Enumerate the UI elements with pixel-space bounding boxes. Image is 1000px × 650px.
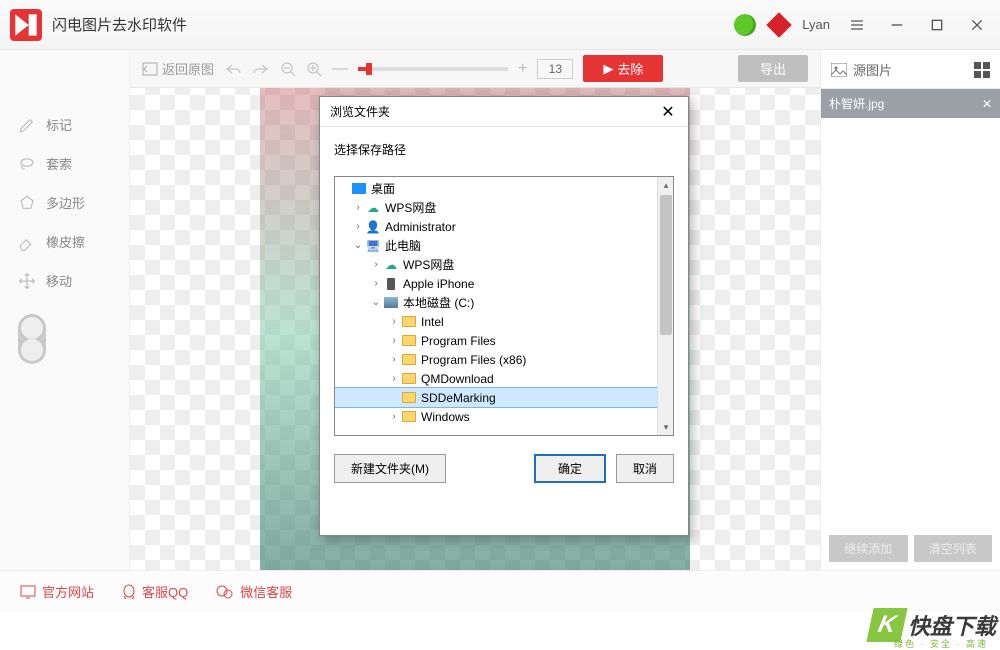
tree-item-iphone[interactable]: ›Apple iPhone [335, 274, 673, 293]
tree-item-desktop[interactable]: 桌面 [335, 179, 673, 198]
titlebar: 闪电图片去水印软件 Lyan [0, 0, 1000, 50]
menu-button[interactable] [844, 12, 870, 38]
tool-eraser[interactable]: 橡皮擦 [0, 222, 129, 261]
zoom-in-button[interactable] [306, 61, 322, 77]
tool-lasso[interactable]: 套索 [0, 144, 129, 183]
vip-icon[interactable] [767, 12, 792, 37]
redo-button[interactable] [252, 62, 270, 76]
brush-size-value[interactable]: 13 [537, 59, 573, 79]
right-panel: 源图片 朴智妍.jpg ✕ 继续添加 清空列表 [820, 50, 1000, 570]
tree-item-thispc[interactable]: ⌄🖥此电脑 [335, 236, 673, 255]
close-button[interactable] [964, 12, 990, 38]
maximize-button[interactable] [924, 12, 950, 38]
zoom-out-button[interactable] [280, 61, 296, 77]
footer: 官方网站 客服QQ 微信客服 [0, 570, 1000, 612]
remove-button[interactable]: ▶ 去除 [583, 55, 663, 82]
tool-eraser-label: 橡皮擦 [46, 232, 85, 251]
tree-item-windows[interactable]: ›Windows [335, 407, 673, 426]
add-more-button[interactable]: 继续添加 [829, 535, 908, 562]
tree-item-wps[interactable]: ›☁WPS网盘 [335, 198, 673, 217]
left-sidebar: 标记 套索 多边形 橡皮擦 移动 [0, 50, 130, 570]
tree-item-admin[interactable]: ›👤Administrator [335, 217, 673, 236]
image-icon [831, 63, 847, 77]
tool-mark[interactable]: 标记 [0, 105, 129, 144]
file-item[interactable]: 朴智妍.jpg ✕ [821, 89, 1000, 118]
cancel-button[interactable]: 取消 [616, 454, 674, 483]
tree-item-cdrive[interactable]: ⌄本地磁盘 (C:) [335, 293, 673, 312]
tree-item-pf86[interactable]: ›Program Files (x86) [335, 350, 673, 369]
source-images-label: 源图片 [853, 60, 892, 79]
official-site-link[interactable]: 官方网站 [20, 582, 94, 601]
clear-list-button[interactable]: 清空列表 [914, 535, 993, 562]
tree-item-pf[interactable]: ›Program Files [335, 331, 673, 350]
dialog-title: 浏览文件夹 [330, 103, 390, 120]
qq-support-link[interactable]: 客服QQ [122, 582, 188, 601]
tool-polygon[interactable]: 多边形 [0, 183, 129, 222]
file-name: 朴智妍.jpg [829, 95, 884, 112]
minimize-button[interactable] [884, 12, 910, 38]
folder-tree[interactable]: 桌面 ›☁WPS网盘 ›👤Administrator ⌄🖥此电脑 ›☁WPS网盘… [334, 176, 674, 436]
tool-move-label: 移动 [46, 271, 72, 290]
app-logo-icon [10, 9, 42, 41]
tree-item-intel[interactable]: ›Intel [335, 312, 673, 331]
undo-button[interactable] [224, 62, 242, 76]
brush-size-slider[interactable] [358, 67, 508, 71]
watermark-subtitle: 绿色 · 安全 · 高速 [894, 637, 988, 650]
toolbar: 返回原图 — + 13 ▶ 去除 导出 [130, 50, 820, 88]
file-remove-icon[interactable]: ✕ [982, 97, 992, 111]
tree-item-qm[interactable]: ›QMDownload [335, 369, 673, 388]
dialog-label: 选择保存路径 [320, 127, 688, 168]
tree-item-wps2[interactable]: ›☁WPS网盘 [335, 255, 673, 274]
new-folder-button[interactable]: 新建文件夹(M) [334, 454, 446, 483]
mode-toggle[interactable] [18, 314, 46, 364]
dialog-close-button[interactable]: ✕ [658, 102, 678, 122]
app-title: 闪电图片去水印软件 [52, 14, 734, 35]
username-label[interactable]: Lyan [802, 17, 830, 32]
tool-mark-label: 标记 [46, 115, 72, 134]
tool-polygon-label: 多边形 [46, 193, 85, 212]
wechat-support-link[interactable]: 微信客服 [216, 582, 292, 601]
browse-folder-dialog: 浏览文件夹 ✕ 选择保存路径 桌面 ›☁WPS网盘 ›👤Administrato… [319, 96, 689, 536]
reset-button[interactable]: 返回原图 [142, 59, 214, 78]
tree-item-sddemarking[interactable]: SDDeMarking [335, 388, 673, 407]
tool-move[interactable]: 移动 [0, 261, 129, 300]
dialog-titlebar[interactable]: 浏览文件夹 ✕ [320, 97, 688, 127]
export-button[interactable]: 导出 [738, 55, 808, 82]
tree-scrollbar[interactable]: ▴ ▾ [657, 177, 673, 435]
ok-button[interactable]: 确定 [534, 454, 606, 483]
tool-lasso-label: 套索 [46, 154, 72, 173]
grid-view-icon[interactable] [974, 62, 990, 78]
wechat-icon[interactable] [734, 14, 756, 36]
